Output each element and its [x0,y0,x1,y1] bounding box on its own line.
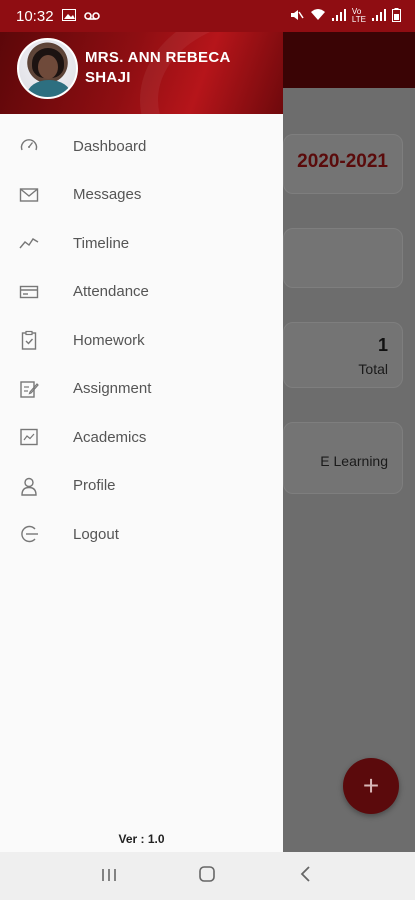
background-header [283,32,415,88]
count-label: Total [358,361,388,377]
signal-icon [331,8,346,24]
trend-line-icon [19,233,39,253]
count-card: 1 Total [283,322,403,388]
mute-icon [290,8,304,25]
menu-label: Academics [73,428,147,446]
signal-icon [372,8,386,24]
person-icon [19,476,39,496]
system-nav-bar [0,852,415,900]
count-value: 1 [377,335,388,355]
navigation-drawer: MRS. ANN REBECA SHAJI Dashboard Messages… [0,32,283,852]
info-card [283,228,403,288]
mail-icon [19,185,39,205]
card-icon [19,282,39,302]
logout-icon [19,524,39,544]
add-button[interactable]: + [343,758,399,814]
user-name: MRS. ANN REBECA SHAJI [85,49,231,86]
menu-label: Dashboard [73,137,147,155]
menu-item-logout[interactable]: Logout [0,510,283,559]
edit-document-icon [19,379,39,399]
chart-frame-icon [19,427,39,447]
menu-item-timeline[interactable]: Timeline [0,219,283,268]
menu-item-messages[interactable]: Messages [0,171,283,220]
status-bar: 10:32 Vo LTE [0,0,415,32]
battery-icon [392,7,401,25]
home-button[interactable] [187,863,227,889]
image-icon [61,8,76,25]
menu-label: Attendance [73,283,149,301]
academic-year: 2020-2021 [297,151,388,172]
menu-item-attendance[interactable]: Attendance [0,268,283,317]
recent-apps-button[interactable] [89,863,129,889]
menu-item-profile[interactable]: Profile [0,462,283,511]
back-button[interactable] [286,863,326,889]
menu-item-academics[interactable]: Academics [0,413,283,462]
drawer-menu: Dashboard Messages Timeline Attendance H… [0,122,283,559]
clipboard-icon [19,330,39,350]
menu-label: Messages [73,186,142,204]
volte-icon: Vo LTE [351,7,366,24]
menu-label: Profile [73,477,116,495]
elearning-label: E Learning [320,453,388,469]
academic-year-card: 2020-2021 [283,134,403,194]
background-screen: 2020-2021 1 Total E Learning [283,32,415,852]
menu-label: Assignment [73,380,152,398]
menu-label: Homework [73,331,145,349]
avatar[interactable] [17,38,78,99]
menu-item-dashboard[interactable]: Dashboard [0,122,283,171]
app-version: Ver : 1.0 [118,832,165,846]
status-time: 10:32 [16,7,54,25]
menu-label: Timeline [73,234,130,252]
speedometer-icon [19,136,39,156]
voicemail-icon [83,8,100,25]
menu-label: Logout [73,525,119,543]
menu-item-assignment[interactable]: Assignment [0,365,283,414]
wifi-icon [310,8,326,24]
elearning-card: E Learning [283,422,403,494]
menu-item-homework[interactable]: Homework [0,316,283,365]
drawer-header: MRS. ANN REBECA SHAJI [0,32,283,114]
